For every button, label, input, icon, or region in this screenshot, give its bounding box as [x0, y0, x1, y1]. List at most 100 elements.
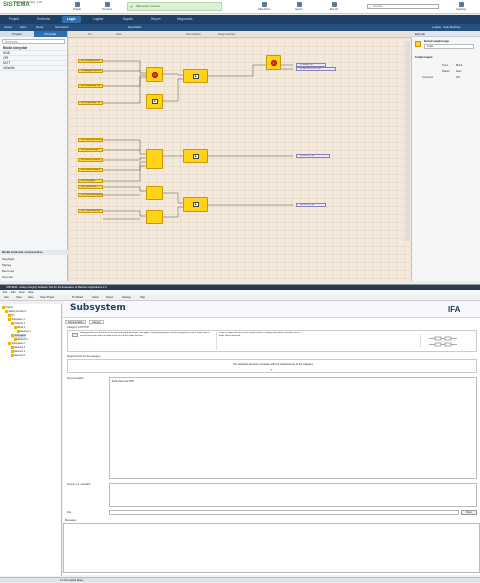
- input-block[interactable]: IN3 Fénysorompó CH1: [78, 84, 103, 88]
- logic-gate-block[interactable]: [146, 186, 163, 200]
- tab-megosztas[interactable]: Megosztás: [172, 16, 197, 23]
- pl-icon: [8, 314, 11, 317]
- function-item[interactable]: Mérleg: [0, 263, 68, 268]
- and-gate-block[interactable]: &: [183, 197, 208, 212]
- requirements-box: The selected structure complies with the…: [67, 359, 477, 373]
- input-block[interactable]: IN7 Kétkezes kezelő A: [78, 158, 103, 162]
- output-block[interactable]: Q2 MOTOR_STOP_OUT: [296, 67, 336, 71]
- element-icon: [17, 330, 20, 333]
- back-button[interactable]: Vissza: [4, 24, 12, 31]
- logic-gate-block[interactable]: [146, 210, 163, 224]
- ribbon-projekt-button[interactable]: Projekt: [68, 2, 86, 12]
- folder-icon: [74, 2, 80, 7]
- tab-category[interactable]: Category: [89, 320, 105, 324]
- subsystem-icon: [11, 334, 14, 337]
- simulation-button[interactable]: Szimuláció: [55, 24, 69, 31]
- and-gate-icon: &: [192, 73, 199, 79]
- library-search-input[interactable]: Keresés...: [2, 39, 65, 44]
- input-block[interactable]: IN9 Reset gomb: [78, 179, 103, 183]
- input-block[interactable]: IN1 Vészleállító gomb: [78, 59, 103, 63]
- export-button[interactable]: Exportálás: [128, 24, 141, 31]
- sub-toolbar: Vissza Előre Nézet Szimuláció Exportálás…: [0, 24, 480, 31]
- sistema-window: SISTEMA - Safety Integrity Software Tool…: [0, 284, 480, 582]
- save-status-banner: Sikeresen mentve: [127, 2, 222, 11]
- element-icon: [11, 346, 14, 349]
- input-block[interactable]: IN5 Hőmérséklet érzékelő: [78, 138, 103, 142]
- tab-documentation[interactable]: Documentation: [65, 320, 87, 324]
- function-item[interactable]: Meghajtó: [0, 257, 68, 262]
- tab-report[interactable]: Report: [146, 16, 166, 23]
- function-item[interactable]: Kimenet: [0, 275, 68, 280]
- category-dropdown[interactable]: [72, 333, 78, 337]
- element-icon: [415, 41, 421, 47]
- open-button[interactable]: Open: [16, 295, 22, 301]
- input-block[interactable]: IN11 Biztonsági szőnyeg: [78, 193, 103, 197]
- ribbon-export-button[interactable]: Export: [290, 2, 308, 12]
- prop-value: Aktív: [456, 70, 462, 73]
- logic-gate-block[interactable]: [146, 67, 163, 82]
- subsystem-header: Subsystem IFA: [63, 301, 480, 318]
- library-item[interactable]: Időzítők: [0, 66, 67, 71]
- channel-icon: [11, 322, 14, 325]
- input-block[interactable]: IN12 Végálláskapcsoló: [78, 209, 103, 213]
- ribbon-elemzo-button[interactable]: Elemző: [325, 2, 343, 12]
- tab-naplok[interactable]: Naplók: [118, 16, 138, 23]
- input-block[interactable]: IN2 Ajtófigyelő kapcsoló: [78, 69, 103, 73]
- prop-value: 007: [456, 76, 461, 79]
- function-item[interactable]: Bemenet: [0, 269, 68, 274]
- input-block[interactable]: IN10 Zárszerkezet: [78, 185, 103, 189]
- main-nav: Projekt Erőforrás Logic Logikai Naplók R…: [0, 15, 480, 24]
- new-button[interactable]: New: [4, 295, 9, 301]
- status-bar: 2.0 Test default library: [0, 577, 480, 582]
- file-input[interactable]: [109, 510, 459, 515]
- category-diagram: [420, 334, 472, 348]
- element-icon: [11, 354, 14, 357]
- output-gate-block[interactable]: [266, 55, 281, 70]
- documentation-label: Documentation: [67, 377, 84, 380]
- tab-logic[interactable]: Logic: [62, 16, 81, 23]
- prop-label: Azonosító: [422, 76, 434, 79]
- output-block[interactable]: Q3 OUTPUT_03: [296, 154, 330, 158]
- logic-gate-block[interactable]: [146, 149, 163, 169]
- search-input[interactable]: Keresés: [367, 4, 439, 9]
- help-icon: [458, 2, 464, 7]
- forward-button[interactable]: Előre: [20, 24, 27, 31]
- properties-section: Tulajdonságok: [415, 56, 433, 59]
- input-block[interactable]: IN4 Fénysorompó CH2: [78, 101, 103, 105]
- close-project-button[interactable]: Close Project: [40, 295, 54, 301]
- ribbon-ellenorzes-button[interactable]: Ellenőrzés: [255, 2, 273, 12]
- tab-konyvtar-panel[interactable]: Könyvtár: [33, 31, 67, 37]
- ribbon-help-button[interactable]: Segítség: [452, 2, 470, 12]
- tree-node[interactable]: Element 5: [11, 354, 25, 358]
- category-section-label: Category & MTTFD: [67, 326, 89, 329]
- and-gate-icon: &: [192, 202, 199, 207]
- source-textarea[interactable]: [109, 483, 477, 507]
- tab-logikai[interactable]: Logikai: [88, 16, 108, 23]
- category-table: Requirements of B and the use of well-tr…: [67, 330, 477, 352]
- canvas-scrollbar[interactable]: [406, 41, 410, 241]
- tab-projekt[interactable]: Projekt: [4, 16, 24, 23]
- and-gate-block[interactable]: &: [183, 149, 208, 163]
- logic-gate-block[interactable]: &: [146, 94, 163, 109]
- file-label: File: [67, 511, 72, 514]
- element-icon: [11, 350, 14, 353]
- tab-projekt-panel[interactable]: Projekt: [0, 31, 34, 37]
- output-block[interactable]: Q4 OUTPUT_04: [296, 203, 326, 207]
- view-button[interactable]: Nézet: [36, 24, 43, 31]
- ifa-logo: IFA: [448, 305, 461, 314]
- block-icon: [14, 326, 17, 329]
- input-block[interactable]: IN8 Kétkezes kezelő B: [78, 168, 103, 172]
- ribbon-tervezes-button[interactable]: Tervezés: [98, 2, 116, 12]
- messages-label: Messages: [65, 519, 77, 522]
- element-name-input[interactable]: Logic: [424, 44, 474, 49]
- input-block[interactable]: IN6 Nyomásérzékelő: [78, 148, 103, 152]
- save-button[interactable]: Save: [28, 295, 33, 301]
- export-icon: [296, 2, 302, 7]
- tab-eroforras[interactable]: Erőforrás: [32, 16, 55, 23]
- open-file-button[interactable]: Open: [461, 510, 477, 515]
- source-label: Source e.g. standard: [67, 483, 91, 486]
- logic-canvas[interactable]: Fő Sub Szimuláció Diagnosztika IN1 Vészl…: [68, 31, 412, 281]
- block-functions-title: Blokk funkciók szerkesztése: [0, 250, 68, 255]
- documentation-textarea[interactable]: Field name test PFH: [109, 377, 477, 479]
- and-gate-block[interactable]: &: [183, 69, 208, 83]
